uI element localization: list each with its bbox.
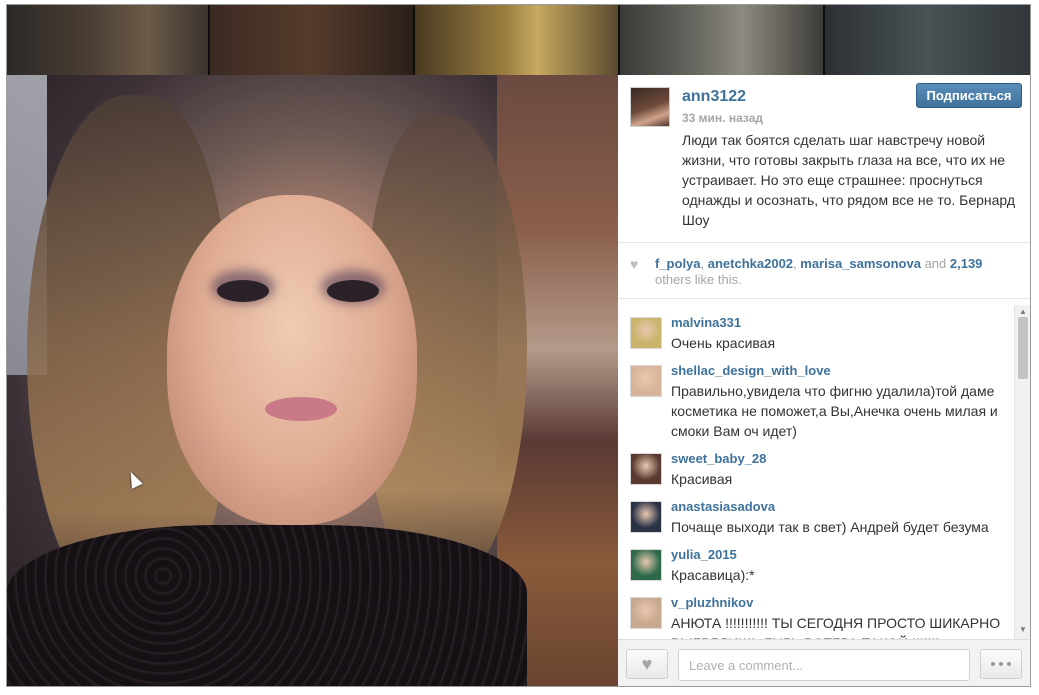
more-dots-icon (1007, 662, 1011, 666)
commenter-username[interactable]: shellac_design_with_love (671, 363, 831, 378)
likes-summary: ♥ f_polya, anetchka2002, marisa_samsonov… (618, 243, 1030, 299)
comment-text: Красивая (671, 471, 733, 487)
photo-modal: ann3122 33 мин. назад Подписаться Люди т… (6, 4, 1031, 687)
scroll-up-arrow-icon[interactable]: ▲ (1019, 307, 1027, 316)
likes-count[interactable]: 2,139 (950, 256, 983, 271)
commenter-username[interactable]: anastasiasadova (671, 499, 775, 514)
post-caption: Люди так боятся сделать шаг навстречу но… (682, 132, 1016, 228)
post-timestamp[interactable]: 33 мин. назад (682, 111, 763, 125)
comment-item: malvina331 Очень красивая (618, 315, 1013, 361)
comment-text: Красавица):* (671, 567, 755, 583)
commenter-avatar[interactable] (630, 453, 662, 485)
comment-item: shellac_design_with_love Правильно,увиде… (618, 363, 1013, 449)
heart-icon: ♥ (630, 256, 639, 272)
thumbnail-strip (7, 5, 1030, 75)
follow-button[interactable]: Подписаться (916, 83, 1022, 108)
commenter-username[interactable]: malvina331 (671, 315, 741, 330)
liker-link[interactable]: f_polya (655, 256, 701, 271)
post-header: ann3122 33 мин. назад Подписаться Люди т… (618, 75, 1030, 243)
thumbnail[interactable] (7, 5, 210, 75)
photo-eye (327, 280, 379, 302)
comment-text: Почаще выходи так в свет) Андрей будет б… (671, 519, 989, 535)
scrollbar-thumb[interactable] (1018, 317, 1028, 379)
more-dots-icon (991, 662, 995, 666)
comment-item: anastasiasadova Почаще выходи так в свет… (618, 499, 1013, 545)
comment-item: yulia_2015 Красавица):* (618, 547, 1013, 593)
thumbnail[interactable] (415, 5, 620, 75)
liker-link[interactable]: anetchka2002 (708, 256, 793, 271)
commenter-username[interactable]: v_pluzhnikov (671, 595, 753, 610)
commenter-avatar[interactable] (630, 549, 662, 581)
heart-icon: ♥ (641, 653, 653, 674)
likes-and: and (920, 256, 950, 271)
comment-bar: ♥ (618, 639, 1030, 686)
commenter-username[interactable]: sweet_baby_28 (671, 451, 766, 466)
commenter-avatar[interactable] (630, 597, 662, 629)
post-photo[interactable] (7, 75, 618, 686)
author-avatar[interactable] (630, 87, 670, 127)
comments-list: malvina331 Очень красивая shellac_design… (618, 305, 1030, 639)
likes-text: f_polya, anetchka2002, marisa_samsonova … (655, 256, 1015, 288)
comment-input[interactable] (678, 649, 970, 681)
more-dots-icon (999, 662, 1003, 666)
photo-dress (7, 525, 527, 686)
photo-face (167, 195, 417, 525)
thumbnail[interactable] (210, 5, 415, 75)
likes-suffix: others like this. (655, 272, 742, 287)
photo-lips (265, 397, 337, 421)
comment-item: v_pluzhnikov АНЮТА !!!!!!!!!!! ТЫ СЕГОДН… (618, 595, 1013, 639)
liker-link[interactable]: marisa_samsonova (800, 256, 921, 271)
likes-separator: , (700, 256, 708, 271)
author-username[interactable]: ann3122 (682, 88, 746, 106)
commenter-avatar[interactable] (630, 365, 662, 397)
photo-eye (217, 280, 269, 302)
comment-item: sweet_baby_28 Красивая (618, 451, 1013, 497)
commenter-username[interactable]: yulia_2015 (671, 547, 737, 562)
commenter-avatar[interactable] (630, 501, 662, 533)
post-details-panel: ann3122 33 мин. назад Подписаться Люди т… (618, 75, 1030, 686)
thumbnail[interactable] (825, 5, 1030, 75)
more-options-button[interactable] (980, 649, 1022, 679)
commenter-avatar[interactable] (630, 317, 662, 349)
thumbnail[interactable] (620, 5, 825, 75)
comment-text: Очень красивая (671, 335, 776, 351)
scroll-down-arrow-icon[interactable]: ▼ (1019, 625, 1027, 634)
like-button[interactable]: ♥ (626, 649, 668, 679)
comment-text: АНЮТА !!!!!!!!!!! ТЫ СЕГОДНЯ ПРОСТО ШИКА… (671, 615, 1001, 639)
comments-scrollbar[interactable]: ▲ ▼ (1014, 305, 1030, 639)
comment-text: Правильно,увидела что фигню удалила)той … (671, 383, 998, 439)
